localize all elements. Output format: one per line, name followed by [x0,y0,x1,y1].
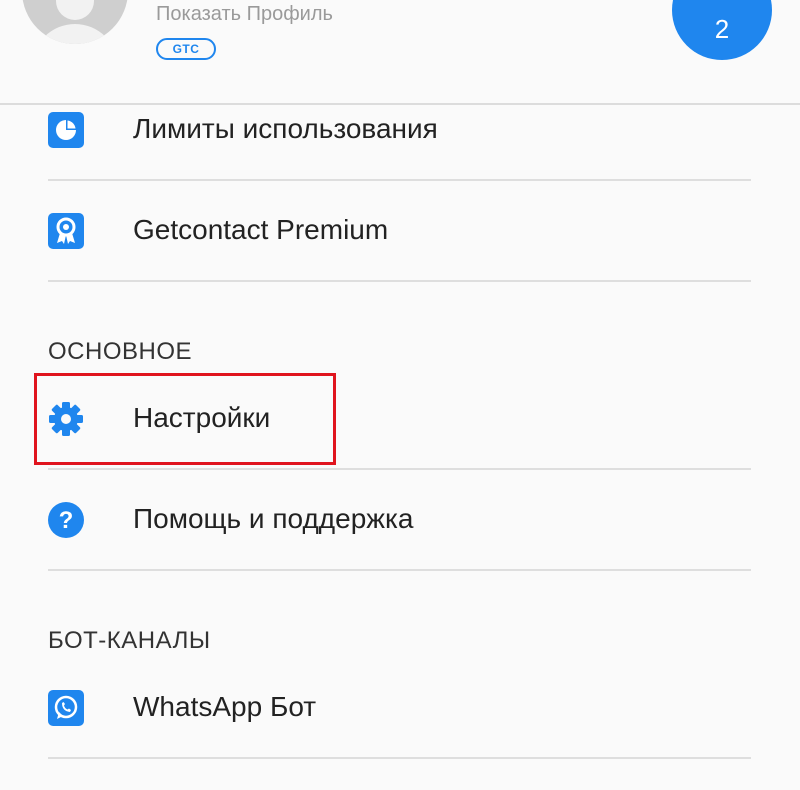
usage-limits-label: Лимиты использования [133,113,438,144]
gtc-badge: GTC [156,38,216,60]
question-icon: ? [48,502,84,538]
award-badge-icon [48,213,84,249]
section-title-main: ОСНОВНОЕ [48,338,193,365]
avatar-body [32,24,118,44]
whatsapp-icon [48,690,84,726]
divider [48,280,751,282]
menu-item-premium[interactable]: Getcontact Premium [0,181,800,281]
count-badge[interactable]: 2 [672,0,772,60]
show-profile-link[interactable]: Показать Профиль [156,3,333,26]
menu-item-usage-limits[interactable]: Лимиты использования [0,80,800,180]
settings-highlight-frame [34,373,336,465]
whatsapp-bot-label: WhatsApp Бот [133,691,317,722]
menu-item-help[interactable]: ? Помощь и поддержка [0,470,800,570]
help-label: Помощь и поддержка [133,503,414,534]
avatar[interactable] [22,0,128,44]
svg-text:?: ? [59,507,74,534]
count-badge-value: 2 [714,14,730,44]
divider [48,569,751,571]
premium-label: Getcontact Premium [133,214,389,245]
divider [48,757,751,759]
avatar-head [56,0,94,20]
section-title-bots: БОТ-КАНАЛЫ [48,627,211,654]
pie-chart-icon [48,112,84,148]
menu-item-whatsapp-bot[interactable]: WhatsApp Бот [0,658,800,758]
